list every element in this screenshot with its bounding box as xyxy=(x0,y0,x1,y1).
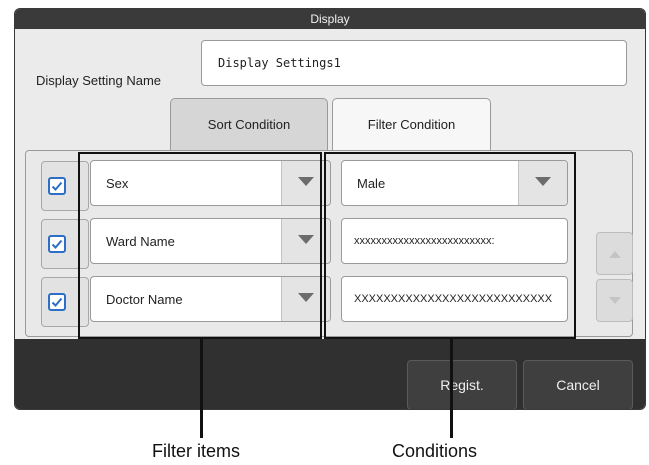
checkbox-checked-icon xyxy=(48,177,66,195)
conditions-callout-line xyxy=(450,339,453,438)
setting-name-input[interactable]: Display Settings1 xyxy=(201,40,627,86)
tab-sort-condition[interactable]: Sort Condition xyxy=(170,98,328,150)
conditions-highlight xyxy=(324,152,576,339)
filter-items-highlight xyxy=(78,152,322,339)
checkbox-checked-icon xyxy=(48,235,66,253)
cancel-button[interactable]: Cancel xyxy=(523,360,633,409)
scroll-up-button[interactable] xyxy=(596,232,633,275)
chevron-down-icon xyxy=(609,297,621,304)
setting-name-label: Display Setting Name xyxy=(36,73,161,88)
dialog-title: Display xyxy=(15,9,645,29)
scroll-down-button[interactable] xyxy=(596,279,633,322)
regist-button[interactable]: Regist. xyxy=(407,360,517,409)
checkbox-checked-icon xyxy=(48,293,66,311)
dialog-footer: Regist. Cancel xyxy=(15,339,645,409)
chevron-up-icon xyxy=(609,251,621,258)
conditions-label: Conditions xyxy=(392,441,478,461)
filter-items-label: Filter items xyxy=(152,441,241,461)
tab-filter-condition[interactable]: Filter Condition xyxy=(332,98,491,152)
filter-items-callout-line xyxy=(200,339,203,438)
